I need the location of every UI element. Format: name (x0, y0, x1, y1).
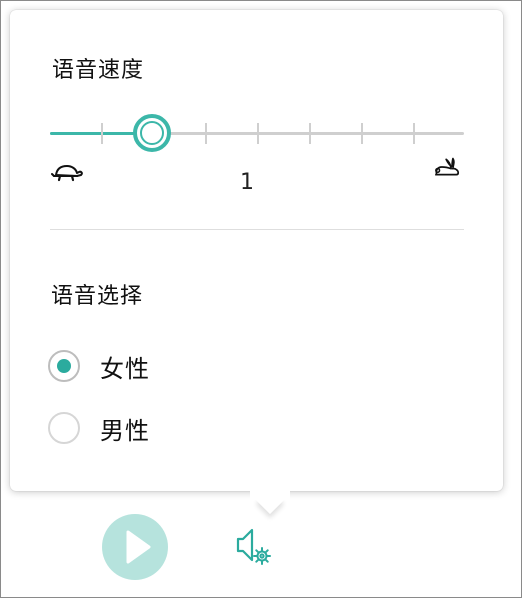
rabbit-icon (435, 157, 460, 176)
slider-tick (205, 123, 207, 144)
speed-slider[interactable] (50, 113, 464, 153)
speed-section-title: 语音速度 (52, 58, 145, 83)
slider-tick (257, 123, 259, 144)
turtle-icon (51, 165, 83, 182)
radio-button-female[interactable] (48, 350, 80, 382)
voice-option-female[interactable]: 女性 (48, 349, 150, 383)
speed-value: 1 (240, 170, 254, 195)
voice-section-title: 语音选择 (51, 284, 144, 309)
voice-option-label: 男性 (100, 416, 150, 445)
voice-settings-icon[interactable] (232, 526, 276, 570)
radio-button-male[interactable] (48, 412, 80, 444)
slider-tick (101, 123, 103, 144)
voice-option-label: 女性 (100, 354, 150, 383)
slider-tick (361, 123, 363, 144)
slider-tick (309, 123, 311, 144)
section-divider (50, 229, 464, 230)
play-button[interactable] (102, 514, 168, 580)
slider-tick (413, 123, 415, 144)
voice-option-male[interactable]: 男性 (48, 411, 150, 445)
play-icon (126, 530, 151, 564)
slider-thumb[interactable] (133, 114, 171, 152)
voice-options-popup: 语音速度 1 语音选择 女性 男性 (10, 10, 503, 515)
